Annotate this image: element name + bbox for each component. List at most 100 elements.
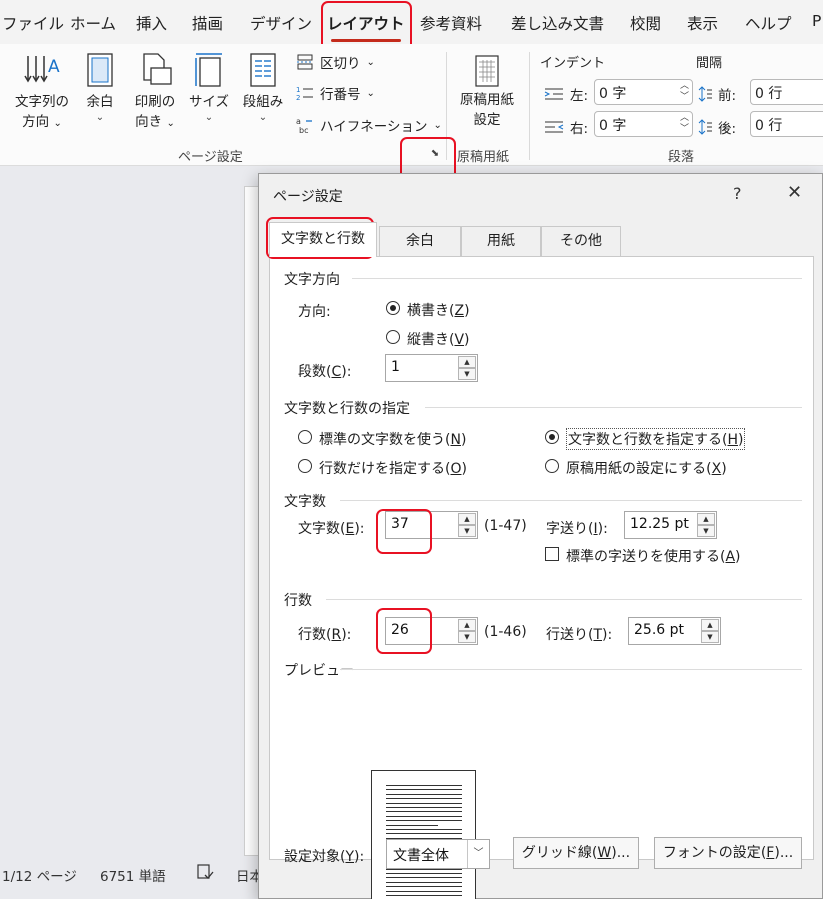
default-pitch-label[interactable]: 標準の字送りを使用する(A)	[566, 546, 741, 566]
tab-chars-lines[interactable]: 文字数と行数	[269, 222, 377, 257]
size-label: サイズ	[188, 94, 230, 110]
standard-chars-radio[interactable]	[298, 430, 312, 444]
spacing-after-value: 0 行	[755, 118, 783, 134]
line-numbers-label: 行番号	[320, 87, 361, 103]
breaks-button[interactable]: 区切り ⌄	[296, 52, 375, 72]
indent-header: インデント	[540, 56, 606, 71]
horizontal-radio[interactable]	[386, 301, 400, 315]
columns-count-label: 段数(C):	[298, 364, 352, 380]
chars-per-line-input[interactable]: 37 ▲ ▼	[385, 511, 478, 539]
chars-per-line-value: 37	[391, 516, 409, 532]
spin-arrows-icon[interactable]: ▲ ▼	[697, 513, 715, 537]
line-numbers-button[interactable]: 1 2 行番号 ⌄	[296, 83, 375, 103]
size-button[interactable]: サイズ ⌄	[186, 50, 232, 124]
preview-line	[386, 881, 462, 883]
lines-per-page-input[interactable]: 26 ▲ ▼	[385, 617, 478, 645]
tab-view[interactable]: 表示	[687, 12, 718, 34]
preview-line	[386, 890, 462, 892]
tab-paper[interactable]: 用紙	[461, 226, 541, 256]
vertical-label[interactable]: 縦書き(V)	[407, 329, 470, 349]
spin-arrows-icon[interactable]: ▲ ▼	[458, 513, 476, 537]
spin-arrows-icon[interactable]: ▲ ▼	[701, 619, 719, 643]
lines-per-page-label: 行数(R):	[298, 627, 352, 643]
section-divider	[425, 407, 802, 408]
tab-margins[interactable]: 余白	[379, 226, 461, 256]
standard-chars-label[interactable]: 標準の文字数を使う(N)	[319, 429, 466, 449]
status-word-count[interactable]: 6751 単語	[100, 865, 166, 885]
page-setup-launcher-icon[interactable]: ⬊	[429, 148, 441, 160]
preview-line	[386, 833, 462, 835]
chevron-down-icon: ⌄	[258, 112, 268, 123]
indent-left-input[interactable]: 0 字 ︿ ﹀	[594, 79, 693, 105]
spacing-after-icon	[698, 119, 712, 135]
tab-layout[interactable]: レイアウト	[327, 12, 405, 42]
manuscript-icon	[475, 55, 499, 87]
lines-only-radio[interactable]	[298, 459, 312, 473]
tab-help[interactable]: ヘルプ	[745, 12, 792, 34]
columns-button[interactable]: 段組み ⌄	[238, 50, 288, 124]
line-pitch-input[interactable]: 25.6 pt ▲ ▼	[628, 617, 721, 645]
tab-file[interactable]: ファイル	[2, 12, 64, 34]
manuscript-label-1: 原稿用紙	[460, 92, 514, 108]
grid-section: 文字数と行数の指定	[284, 401, 410, 417]
close-icon[interactable]: ✕	[787, 182, 802, 203]
chars-and-lines-radio[interactable]	[545, 430, 559, 444]
preview-line	[386, 886, 462, 888]
preview-line	[386, 829, 462, 830]
tab-mailings[interactable]: 差し込み文書	[511, 12, 604, 34]
spacing-after-input[interactable]: 0 行	[750, 111, 823, 137]
char-pitch-input[interactable]: 12.25 pt ▲ ▼	[624, 511, 717, 539]
preview-line	[386, 811, 462, 813]
tab-review[interactable]: 校閲	[630, 12, 661, 34]
apply-to-select[interactable]: 文書全体 ﹀	[386, 839, 490, 869]
chevron-down-icon: ⌄	[366, 56, 375, 68]
chevron-down-icon[interactable]: ﹀	[467, 840, 489, 868]
spin-arrows-icon[interactable]: ︿ ﹀	[680, 113, 689, 135]
gridlines-button[interactable]: グリッド線(W)...	[513, 837, 639, 869]
status-page-count[interactable]: 1/12 ページ	[2, 865, 77, 885]
manuscript-radio[interactable]	[545, 459, 559, 473]
tab-draw[interactable]: 描画	[192, 12, 223, 34]
spin-arrows-icon[interactable]: ︿ ﹀	[680, 81, 689, 103]
preview-section: プレビュー	[284, 663, 354, 679]
orientation-button[interactable]: 印刷の 向き ⌄	[128, 50, 182, 134]
columns-count-input[interactable]: 1 ▲ ▼	[385, 354, 478, 382]
text-direction-button[interactable]: A 文字列の 方向 ⌄	[10, 50, 74, 134]
chevron-down-icon: ⌄	[433, 119, 442, 131]
tab-overflow[interactable]: P	[812, 12, 821, 30]
apply-to-value: 文書全体	[393, 848, 449, 864]
tab-insert[interactable]: 挿入	[136, 12, 167, 34]
spin-arrows-icon[interactable]: ▲ ▼	[458, 356, 476, 380]
spin-arrows-icon[interactable]: ▲ ▼	[458, 619, 476, 643]
orientation-icon	[143, 53, 172, 85]
tab-other[interactable]: その他	[541, 226, 621, 256]
text-direction-icon: A	[24, 56, 60, 83]
tab-references[interactable]: 参考資料	[420, 12, 482, 34]
line-pitch-label: 行送り(T):	[546, 627, 613, 643]
horizontal-label[interactable]: 横書き(Z)	[407, 300, 470, 320]
help-icon[interactable]: ?	[733, 184, 742, 203]
preview-line	[386, 789, 462, 791]
manuscript-settings-button[interactable]: 原稿用紙 設定	[452, 54, 522, 130]
spacing-before-input[interactable]: 0 行	[750, 79, 823, 105]
text-direction-label-1: 文字列の	[15, 94, 69, 110]
lines-only-label[interactable]: 行数だけを指定する(O)	[319, 458, 467, 478]
margins-button[interactable]: 余白 ⌄	[80, 50, 120, 124]
tab-design[interactable]: デザイン	[250, 12, 312, 34]
svg-text:1: 1	[296, 86, 300, 94]
tab-home[interactable]: ホーム	[70, 12, 116, 34]
proofing-icon[interactable]	[196, 863, 214, 885]
svg-text:2: 2	[296, 94, 300, 101]
chars-and-lines-label[interactable]: 文字数と行数を指定する(H)	[566, 428, 746, 450]
preview-line	[386, 798, 462, 800]
hyphenation-button[interactable]: a bc ハイフネーション ⌄	[296, 115, 442, 135]
manuscript-label[interactable]: 原稿用紙の設定にする(X)	[566, 458, 727, 478]
group-divider	[529, 52, 530, 160]
preview-line	[386, 877, 462, 879]
font-settings-button[interactable]: フォントの設定(F)...	[654, 837, 802, 869]
indent-right-input[interactable]: 0 字 ︿ ﹀	[594, 111, 693, 137]
default-pitch-checkbox[interactable]	[545, 547, 559, 561]
section-divider	[340, 669, 802, 670]
ribbon-tab-bar: ファイル ホーム 挿入 描画 デザイン レイアウト 参考資料 差し込み文書 校閲…	[0, 0, 823, 44]
vertical-radio[interactable]	[386, 330, 400, 344]
